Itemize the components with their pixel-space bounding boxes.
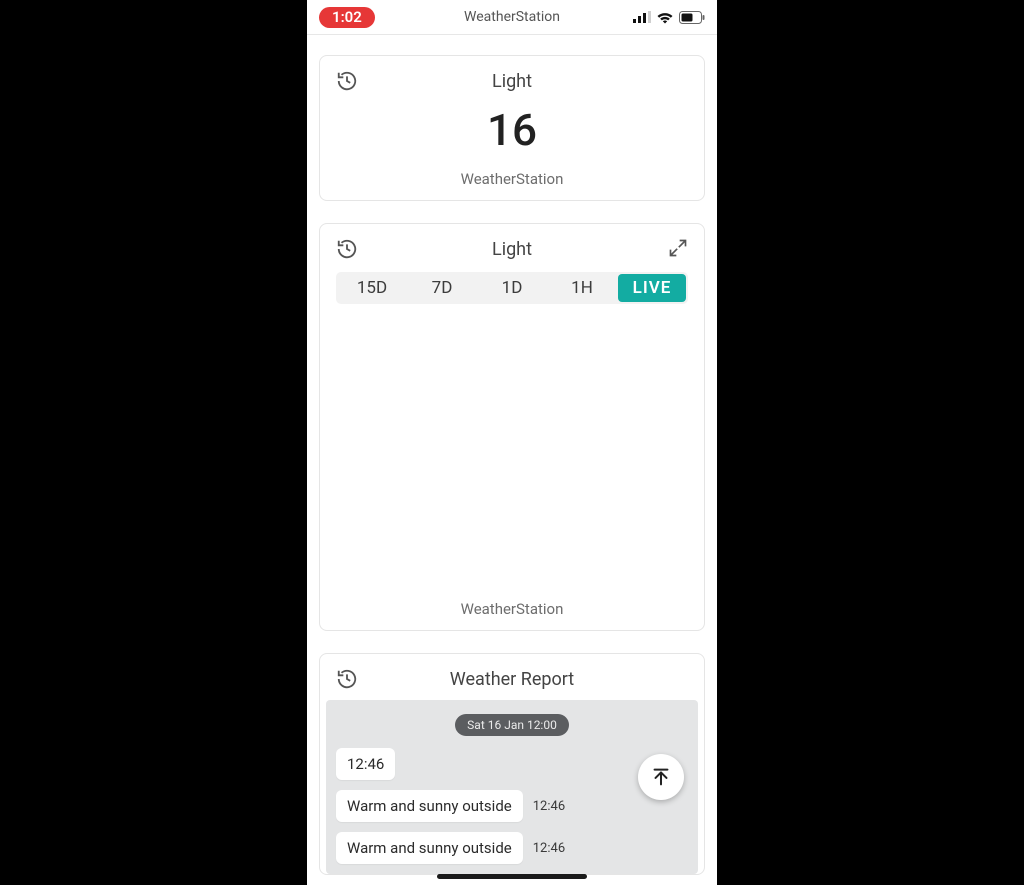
battery-icon xyxy=(679,11,705,24)
light-value: 16 xyxy=(336,104,688,156)
expand-icon[interactable] xyxy=(668,238,688,262)
message-time: 12:46 xyxy=(533,841,565,856)
card-title: Light xyxy=(492,71,532,92)
wifi-icon xyxy=(656,11,674,24)
range-1d[interactable]: 1D xyxy=(478,274,546,302)
arrow-up-to-line-icon xyxy=(650,766,672,788)
app-title: WeatherStation xyxy=(464,9,560,25)
card-light-value[interactable]: Light 16 WeatherStation xyxy=(319,55,705,201)
report-messages[interactable]: Sat 16 Jan 12:00 12:46 Warm and sunny ou… xyxy=(326,700,698,874)
status-bar: 1:02 WeatherStation xyxy=(307,0,717,35)
status-indicators xyxy=(633,11,705,24)
card-weather-report[interactable]: Weather Report Sat 16 Jan 12:00 12:46 Wa… xyxy=(319,653,705,875)
message-row[interactable]: 12:46 xyxy=(336,748,688,780)
date-header-pill: Sat 16 Jan 12:00 xyxy=(455,714,569,736)
home-indicator[interactable] xyxy=(437,874,587,879)
card-light-graph[interactable]: Light 15D 7D 1D 1H LIVE WeatherStation xyxy=(319,223,705,631)
card-station-label: WeatherStation xyxy=(336,600,688,618)
message-bubble: Warm and sunny outside xyxy=(336,790,523,822)
phone-frame: 1:02 WeatherStation xyxy=(307,0,717,885)
time-range-segmented: 15D 7D 1D 1H LIVE xyxy=(336,272,688,304)
message-bubble: Warm and sunny outside xyxy=(336,832,523,864)
scroll-to-top-button[interactable] xyxy=(638,754,684,800)
card-title: Light xyxy=(492,239,532,260)
history-icon[interactable] xyxy=(336,668,358,694)
range-7d[interactable]: 7D xyxy=(408,274,476,302)
message-row[interactable]: Warm and sunny outside 12:46 xyxy=(336,832,688,864)
message-bubble: 12:46 xyxy=(336,748,395,780)
graph-area[interactable] xyxy=(336,304,688,594)
card-station-label: WeatherStation xyxy=(336,170,688,188)
message-row[interactable]: Warm and sunny outside 12:46 xyxy=(336,790,688,822)
cellular-icon xyxy=(633,11,651,23)
card-title: Weather Report xyxy=(450,669,574,690)
screen-content[interactable]: Light 16 WeatherStation Light xyxy=(307,35,717,875)
range-live[interactable]: LIVE xyxy=(618,274,686,302)
range-15d[interactable]: 15D xyxy=(338,274,406,302)
history-icon[interactable] xyxy=(336,238,358,264)
message-time: 12:46 xyxy=(533,799,565,814)
recording-time-pill[interactable]: 1:02 xyxy=(319,7,375,28)
history-icon[interactable] xyxy=(336,70,358,96)
range-1h[interactable]: 1H xyxy=(548,274,616,302)
